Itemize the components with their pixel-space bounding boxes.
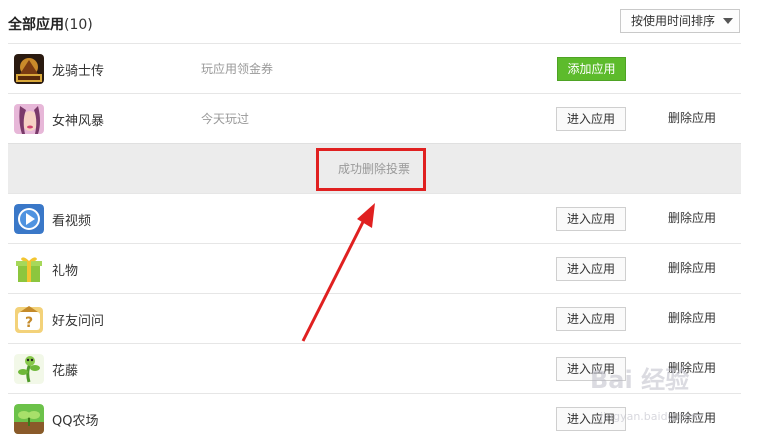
annotation-arrow-icon: [301, 203, 375, 342]
app-manager-page: 全部应用(10) 按使用时间排序 龙骑士传 玩应用领金券 添加应用 女神风暴 今…: [0, 0, 767, 448]
